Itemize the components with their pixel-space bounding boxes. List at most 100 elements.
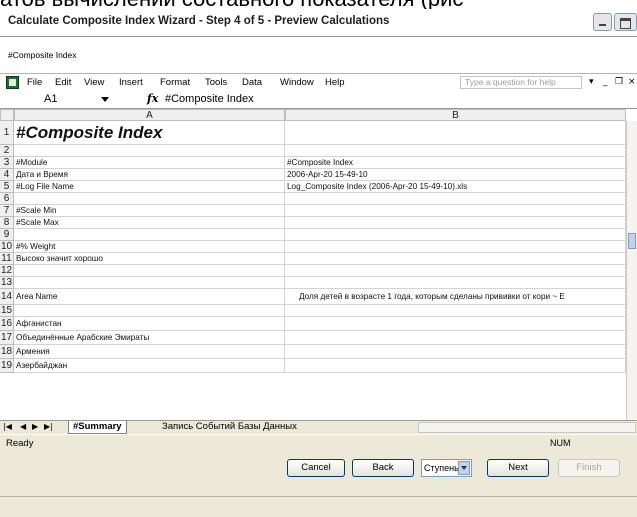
cell-a[interactable]: #Composite Index [14,121,285,145]
step-select[interactable]: Ступень 4 [421,459,472,477]
finish-button[interactable]: Finish [558,459,620,477]
minimize-button[interactable] [593,13,612,31]
next-sheet-icon[interactable]: ▶ [32,422,38,431]
cell-b[interactable]: 2006-Apr-20 15-49-10 [285,169,626,181]
cell-a[interactable]: Объединённые Арабские Эмираты [14,331,285,345]
scroll-thumb[interactable] [628,233,636,249]
menu-help[interactable]: Help [325,77,345,88]
cell-b[interactable] [285,229,626,241]
menu-edit[interactable]: Edit [55,77,71,88]
cell-a[interactable] [14,305,285,317]
row-header[interactable]: 1 [0,121,14,145]
restore-doc-icon[interactable]: ❐ [615,77,623,87]
chevron-down-icon[interactable] [101,97,109,102]
cell-b[interactable] [285,241,626,253]
spreadsheet-grid[interactable]: A B 1 #Composite Index 2 3 #Module #Composite… [0,109,637,420]
cell-a[interactable] [14,145,285,157]
row-header[interactable]: 13 [0,277,14,289]
row-header[interactable]: 11 [0,253,14,265]
close-doc-icon[interactable]: × [628,77,636,87]
formula-bar: A1 fx #Composite Index [0,92,637,109]
row-header[interactable]: 2 [0,145,14,157]
question-help-input[interactable]: Type a question for help [460,76,582,89]
cell-b[interactable] [285,253,626,265]
cell-b[interactable] [285,265,626,277]
menu-file[interactable]: File [27,77,42,88]
cell-a[interactable]: Афганистан [14,317,285,331]
cell-a[interactable]: Азербайджан [14,359,285,373]
cell-a[interactable]: Высоко значит хорошо [14,253,285,265]
row-header[interactable]: 6 [0,193,14,205]
select-all-corner[interactable] [0,109,14,121]
row-header[interactable]: 8 [0,217,14,229]
formula-input[interactable]: #Composite Index [165,93,254,105]
column-header-a[interactable]: A [14,109,285,121]
menu-insert[interactable]: Insert [119,77,143,88]
menu-bar: File Edit View Insert Format Tools Data … [0,74,637,92]
maximize-button[interactable] [614,13,637,31]
row-header[interactable]: 16 [0,317,14,331]
cell-a[interactable]: #Module [14,157,285,169]
cell-a[interactable]: Дата и Время [14,169,285,181]
title-bar: Calculate Composite Index Wizard - Step … [0,9,637,37]
cell-a[interactable] [14,193,285,205]
row-header[interactable]: 5 [0,181,14,193]
cell-a[interactable]: #Log File Name [14,181,285,193]
cell-a[interactable] [14,229,285,241]
row-header[interactable]: 12 [0,265,14,277]
minimize-doc-icon[interactable]: _ [603,77,608,87]
menu-data[interactable]: Data [242,77,262,88]
column-header-b[interactable]: B [285,109,626,121]
row-header[interactable]: 3 [0,157,14,169]
row-header[interactable]: 9 [0,229,14,241]
menu-tools[interactable]: Tools [205,77,227,88]
cell-a[interactable]: Area Name [14,289,285,305]
next-button[interactable]: Next [487,459,549,477]
cell-b[interactable]: Log_Composite Index (2006-Apr-20 15-49-1… [285,181,626,193]
cell-b[interactable] [285,345,626,359]
cell-b[interactable] [285,331,626,345]
cell-a[interactable]: Армения [14,345,285,359]
row-header[interactable]: 15 [0,305,14,317]
menu-window[interactable]: Window [280,77,314,88]
back-button[interactable]: Back [352,459,414,477]
row-header[interactable]: 19 [0,359,14,373]
cell-b[interactable] [285,193,626,205]
chevron-down-icon[interactable] [458,461,470,475]
cell-b[interactable] [285,217,626,229]
row-header[interactable]: 17 [0,331,14,345]
horizontal-scrollbar[interactable] [418,422,636,433]
prev-sheet-icon[interactable]: ◀ [20,422,26,431]
cancel-button[interactable]: Cancel [287,459,345,477]
cell-b[interactable]: Доля детей в возрасте 1 года, которым сд… [285,289,626,305]
menu-format[interactable]: Format [160,77,190,88]
tab-log[interactable]: Запись Событий Базы Данных [162,421,297,433]
cell-b[interactable] [285,121,626,145]
last-sheet-icon[interactable]: ▶| [44,422,53,431]
row-header[interactable]: 14 [0,289,14,305]
cell-a[interactable]: #% Weight [14,241,285,253]
tab-summary[interactable]: #Summary [68,421,127,434]
cell-a[interactable]: #Scale Min [14,205,285,217]
row-header[interactable]: 18 [0,345,14,359]
cell-a[interactable]: #Scale Max [14,217,285,229]
first-sheet-icon[interactable]: |◀ [3,422,12,431]
cell-b[interactable] [285,317,626,331]
function-icon[interactable]: fx [147,92,158,105]
dropdown-arrow-icon[interactable]: ▾ [589,77,594,87]
cell-a[interactable] [14,265,285,277]
cell-b[interactable] [285,305,626,317]
cell-a[interactable] [14,277,285,289]
menu-view[interactable]: View [84,77,104,88]
excel-icon[interactable] [6,76,19,89]
cell-b[interactable] [285,145,626,157]
cell-b[interactable]: #Composite Index [285,157,626,169]
cell-b[interactable] [285,277,626,289]
vertical-scrollbar[interactable] [626,121,637,420]
row-header[interactable]: 4 [0,169,14,181]
cell-b[interactable] [285,205,626,217]
name-box[interactable]: A1 [44,93,57,105]
cell-b[interactable] [285,359,626,373]
row-header[interactable]: 10 [0,241,14,253]
row-header[interactable]: 7 [0,205,14,217]
